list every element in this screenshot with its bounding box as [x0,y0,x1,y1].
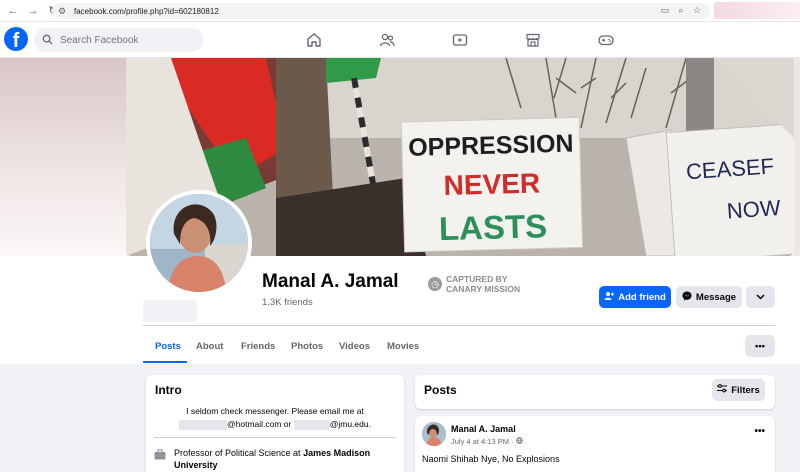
site-info-icon[interactable]: ⚙ [58,6,68,16]
home-icon[interactable] [306,32,322,48]
search-icon [42,34,54,46]
browser-profile-area[interactable] [714,2,800,19]
friends-count[interactable]: 1.3K friends [262,297,313,308]
sign-text-3: LASTS [438,207,547,247]
filters-label: Filters [731,384,760,396]
post-meta: July 4 at 4:13 PM · [451,437,523,446]
sign-text-1: OPPRESSION [408,130,574,162]
chevron-down-icon [756,292,765,303]
intro-card: Intro I seldom check messenger. Please e… [146,375,404,472]
tab-videos[interactable]: Videos [339,341,370,352]
tab-friends[interactable]: Friends [241,341,275,352]
more-dots-icon: ••• [755,340,765,352]
intro-divider [154,437,396,438]
work-prefix: Professor of Political Science at [174,448,301,458]
post-timestamp[interactable]: July 4 at 4:13 PM · [451,437,514,446]
tab-photos[interactable]: Photos [291,341,323,352]
zoom-icon[interactable]: ⌕ [676,5,686,16]
address-bar[interactable]: ⚙ facebook.com/profile.php?id=602180812 … [52,3,710,19]
sign-right-text-2: NOW [726,195,782,224]
add-friend-label: Add friend [618,291,666,303]
post-text: Naomi Shihab Nye, No Explosions [422,454,560,464]
profile-menu-button[interactable]: ••• [745,335,775,357]
intro-work-item: Professor of Political Science at James … [154,447,394,471]
tabs-divider [143,325,775,326]
profile-avatar[interactable] [146,190,252,296]
filters-button[interactable]: Filters [712,379,765,401]
tab-movies[interactable]: Movies [387,341,419,352]
bio-line-1: I seldom check messenger. Please email m… [186,406,364,416]
bio-email-1-suffix: @hotmail.com or [227,419,292,429]
search-box[interactable] [34,28,204,52]
messenger-icon [682,291,692,304]
install-app-icon[interactable]: ▭ [660,5,670,16]
posts-title: Posts [424,383,457,397]
add-person-icon [604,291,615,304]
profile-name: Manal A. Jamal [262,271,399,292]
intro-bio: I seldom check messenger. Please email m… [154,405,396,431]
search-input[interactable] [60,34,190,46]
redacted-email-1 [179,419,227,430]
watermark-line-1: CAPTURED BY [446,274,508,284]
bookmark-star-icon[interactable]: ☆ [692,5,702,16]
browser-toolbar: ← → ↻ ⚙ facebook.com/profile.php?id=6021… [0,0,800,22]
bio-email-2-suffix: @jmu.edu. [329,419,371,429]
post-options-icon[interactable]: ••• [754,426,765,437]
redacted-area [143,300,197,322]
url-text[interactable]: facebook.com/profile.php?id=602180812 [74,7,219,16]
watermark-line-2: CANARY MISSION [446,284,521,294]
more-options-button[interactable] [746,286,775,308]
public-globe-icon [515,437,523,446]
tab-posts[interactable]: Posts [155,341,181,352]
active-tab-indicator [143,361,187,363]
video-icon[interactable] [452,32,468,48]
post-author-avatar[interactable] [422,422,446,446]
sign-text-2: NEVER [443,167,540,201]
cover-background-right [794,58,800,258]
back-icon[interactable]: ← [6,4,20,18]
clock-icon: ◷ [428,277,442,291]
add-friend-button[interactable]: Add friend [599,286,671,308]
marketplace-icon[interactable] [525,32,541,48]
facebook-logo[interactable]: f [4,27,28,51]
friends-icon[interactable] [379,32,395,48]
post-card: Manal A. Jamal July 4 at 4:13 PM · ••• N… [415,416,775,472]
briefcase-icon [154,449,166,461]
filter-sliders-icon [717,384,728,396]
post-author-name[interactable]: Manal A. Jamal [451,424,516,434]
cover-background-left [0,58,126,258]
facebook-top-nav: f [0,22,800,58]
message-label: Message [695,291,737,303]
tab-about[interactable]: About [196,341,223,352]
intro-title: Intro [155,383,182,397]
gaming-icon[interactable] [598,32,614,48]
redacted-email-2 [293,419,330,430]
message-button[interactable]: Message [676,286,742,308]
canary-mission-watermark: ◷ CAPTURED BY CANARY MISSION [428,274,520,294]
forward-icon[interactable]: → [26,4,40,18]
